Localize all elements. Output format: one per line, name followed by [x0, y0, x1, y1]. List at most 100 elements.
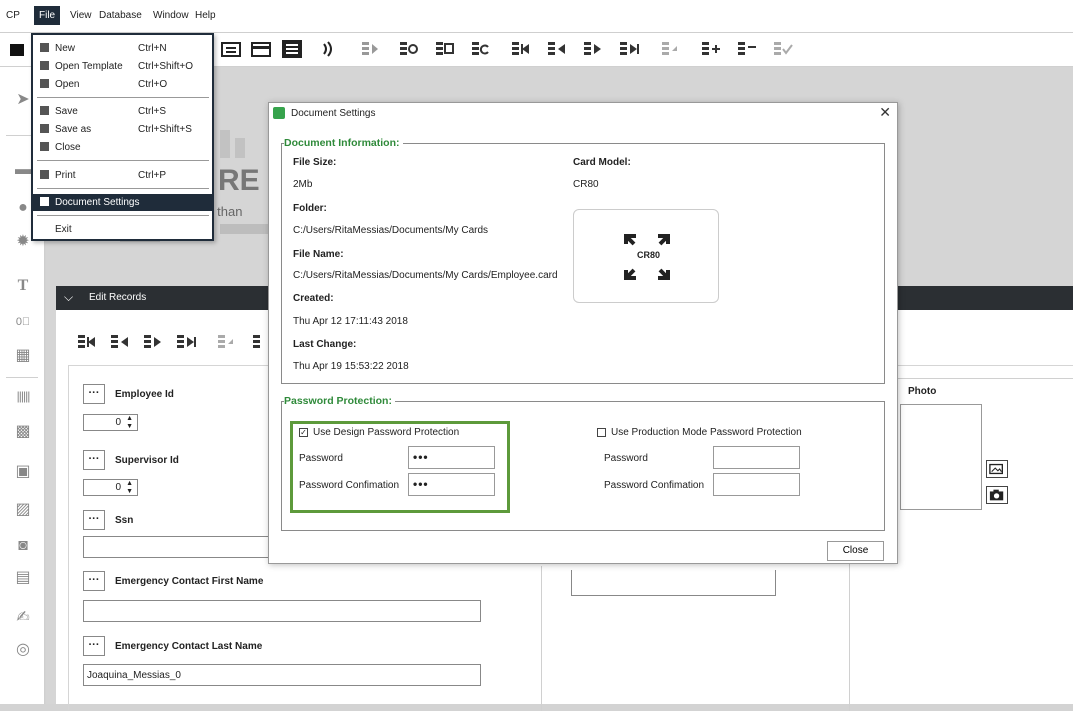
- last-record-icon[interactable]: [175, 332, 199, 354]
- menu-separator: [37, 188, 209, 189]
- new-icon: [40, 43, 49, 52]
- last-change-value: Thu Apr 19 15:53:22 2018: [293, 361, 409, 372]
- last-record-icon[interactable]: [618, 39, 640, 59]
- menu-item-new[interactable]: New Ctrl+N: [33, 40, 212, 57]
- ssn-options-button[interactable]: ···: [83, 510, 105, 530]
- card-icon[interactable]: [250, 39, 272, 59]
- record-search-icon[interactable]: [398, 39, 420, 59]
- barcode-tool-icon[interactable]: ||||||: [12, 385, 34, 407]
- document-settings-icon: [40, 197, 49, 206]
- emergency-last-options-button[interactable]: ···: [83, 636, 105, 656]
- emergency-first-input[interactable]: [83, 600, 481, 622]
- counter-tool-icon[interactable]: 0⃣: [12, 311, 34, 333]
- photo-preview: [900, 404, 982, 510]
- first-record-icon[interactable]: [510, 39, 532, 59]
- menu-item-document-settings[interactable]: Document Settings: [33, 194, 212, 211]
- emergency-last-label: Emergency Contact Last Name: [115, 641, 263, 652]
- confirm-record-icon[interactable]: [772, 39, 794, 59]
- next-record-icon[interactable]: [582, 39, 604, 59]
- file-name-label: File Name:: [293, 249, 344, 260]
- card-photo-tool-icon[interactable]: ▤: [12, 567, 34, 589]
- record-view-icon[interactable]: [434, 39, 456, 59]
- records-list-icon[interactable]: [281, 39, 303, 59]
- chevron-down-icon[interactable]: ⌵: [64, 290, 73, 305]
- record-undo-icon[interactable]: [660, 39, 682, 59]
- supervisor-id-stepper[interactable]: 0 ▲ ▼: [83, 479, 138, 496]
- document-information-title: Document Information:: [284, 137, 403, 149]
- prev-record-icon[interactable]: [109, 332, 133, 354]
- signature-tool-icon[interactable]: ✍: [12, 607, 34, 629]
- folder-open-icon: [40, 79, 49, 88]
- menu-item-close[interactable]: Close: [33, 139, 212, 156]
- next-record-icon[interactable]: [142, 332, 166, 354]
- camera-icon[interactable]: [986, 486, 1008, 504]
- last-change-label: Last Change:: [293, 339, 357, 350]
- menu-help[interactable]: Help: [191, 8, 220, 23]
- edit-records-title: Edit Records: [89, 292, 147, 303]
- record-filter-icon[interactable]: [360, 39, 382, 59]
- record-undo-icon[interactable]: [216, 332, 240, 354]
- card-model-value: CR80: [573, 179, 599, 190]
- photo-divider: [898, 378, 1073, 379]
- prev-record-icon[interactable]: [546, 39, 568, 59]
- emergency-last-input[interactable]: Joaquina_Messias_0: [83, 664, 481, 686]
- emergency-first-label: Emergency Contact First Name: [115, 576, 264, 587]
- menu-item-save-as[interactable]: Save as Ctrl+Shift+S: [33, 121, 212, 138]
- close-doc-icon: [40, 142, 49, 151]
- production-password-checkbox[interactable]: [597, 428, 606, 437]
- close-button[interactable]: Close: [827, 541, 884, 561]
- emergency-first-options-button[interactable]: ···: [83, 571, 105, 591]
- menu-bar: CP File View Database Window Help: [0, 0, 1073, 33]
- production-password-input[interactable]: [713, 446, 800, 469]
- toolbar-black-icon[interactable]: [6, 39, 28, 59]
- stepper-arrows-icon[interactable]: ▲ ▼: [126, 415, 133, 431]
- menu-item-print[interactable]: Print Ctrl+P: [33, 167, 212, 184]
- menu-view[interactable]: View: [66, 8, 96, 23]
- ssn-label: Ssn: [115, 515, 134, 526]
- card-icon-label: CR80: [637, 250, 661, 260]
- add-record-icon[interactable]: [700, 39, 722, 59]
- menu-item-save[interactable]: Save Ctrl+S: [33, 103, 212, 120]
- record-refresh-icon[interactable]: [470, 39, 492, 59]
- save-as-icon: [40, 124, 49, 133]
- first-record-icon[interactable]: [76, 332, 100, 354]
- menu-separator: [37, 97, 209, 98]
- fingerprint-tool-icon[interactable]: ◎: [12, 639, 34, 661]
- menu-database[interactable]: Database: [95, 8, 146, 23]
- menu-window[interactable]: Window: [149, 8, 193, 23]
- qr-code-tool-icon[interactable]: ▩: [12, 421, 34, 443]
- menu-item-open-template[interactable]: Open Template Ctrl+Shift+O: [33, 58, 212, 75]
- menu-item-exit[interactable]: Exit: [33, 221, 212, 238]
- menu-item-open[interactable]: Open Ctrl+O: [33, 76, 212, 93]
- id-card-icon[interactable]: [220, 39, 242, 59]
- file-size-value: 2Mb: [293, 179, 313, 190]
- file-name-value: C:/Users/RitaMessias/Documents/My Cards/…: [293, 270, 558, 281]
- edit-photo-icon[interactable]: [986, 460, 1008, 478]
- stepper-arrows-icon[interactable]: ▲ ▼: [126, 480, 133, 496]
- picture-tool-icon[interactable]: ▨: [12, 499, 34, 521]
- photo-label: Photo: [908, 386, 937, 397]
- contactless-icon[interactable]: [318, 39, 340, 59]
- supervisor-id-label: Supervisor Id: [115, 455, 179, 466]
- employee-id-stepper[interactable]: 0 ▲ ▼: [83, 414, 138, 431]
- close-icon[interactable]: ✕: [879, 104, 891, 121]
- employee-id-options-button[interactable]: ···: [83, 384, 105, 404]
- created-label: Created:: [293, 293, 334, 304]
- image-field-tool-icon[interactable]: ▣: [12, 461, 34, 483]
- template-icon: [40, 61, 49, 70]
- calendar-tool-icon[interactable]: ▦: [12, 345, 34, 367]
- production-confirm-input[interactable]: [713, 473, 800, 496]
- menu-separator: [37, 160, 209, 161]
- printer-icon: [40, 170, 49, 179]
- camera-tool-icon[interactable]: ◙: [12, 535, 34, 557]
- right-column-field[interactable]: [571, 570, 776, 596]
- card-model-selector[interactable]: CR80: [573, 209, 719, 303]
- menu-file[interactable]: File: [34, 6, 61, 25]
- employee-id-label: Employee Id: [115, 389, 174, 400]
- menu-cp[interactable]: CP: [2, 8, 24, 23]
- text-tool-icon[interactable]: T: [12, 275, 34, 297]
- supervisor-id-options-button[interactable]: ···: [83, 450, 105, 470]
- remove-record-icon[interactable]: [736, 39, 758, 59]
- ssn-input[interactable]: [83, 536, 283, 558]
- tool-divider: [6, 377, 38, 378]
